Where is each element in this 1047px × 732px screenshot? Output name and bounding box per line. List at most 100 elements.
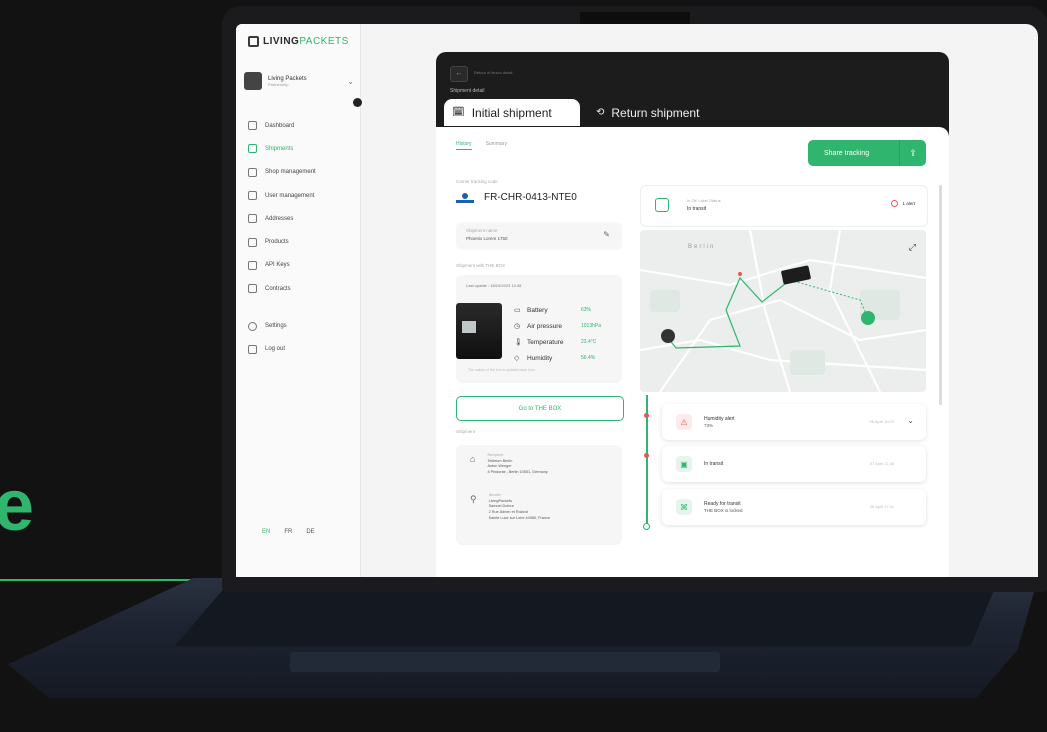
sensor-value: 56.4% bbox=[581, 355, 596, 361]
share-tracking-label: Share tracking bbox=[824, 149, 870, 157]
sidebar-item-addresses[interactable]: Addresses bbox=[236, 207, 360, 230]
dashboard-icon bbox=[248, 121, 257, 131]
org-name: Living Packets bbox=[268, 75, 307, 82]
key-icon bbox=[248, 260, 257, 270]
breadcrumb[interactable]: Retour à l'envoi detail bbox=[474, 70, 512, 75]
sidebar-item-user-management[interactable]: User management bbox=[236, 184, 360, 207]
shop-icon bbox=[248, 167, 257, 177]
sidebar-item-label: Contracts bbox=[265, 285, 291, 292]
sidebar-item-label: Dashboard bbox=[265, 122, 295, 129]
lang-en[interactable]: EN bbox=[262, 529, 270, 535]
tracking-map[interactable]: Berlin ⤢ bbox=[640, 230, 926, 392]
pencil-icon[interactable]: ✎ bbox=[603, 230, 610, 239]
sender-block: ⚲ Sender LivingPackets Samuel Dufour 2 R… bbox=[470, 493, 550, 521]
transit-icon: ▣ bbox=[676, 456, 692, 472]
calendar-icon: 🗓 bbox=[452, 107, 465, 118]
chevron-down-icon: ⌄ bbox=[347, 76, 354, 86]
box-section-label: Shipment with THE BOX bbox=[456, 263, 506, 268]
sidebar-item-label: Shop management bbox=[265, 169, 316, 176]
subtab-history[interactable]: History bbox=[456, 141, 472, 150]
status-card: In OK Label Status In transit 1 alert bbox=[640, 185, 928, 227]
recipient-block: ⌂ Recipient Tekleum Berlin Anton Wenger … bbox=[470, 453, 548, 476]
lang-de[interactable]: DE bbox=[306, 529, 314, 535]
battery-icon: ▭ bbox=[514, 307, 521, 314]
last-update: Last update : 18/10/2023 12:45 bbox=[466, 283, 522, 288]
sidebar-item-label: User management bbox=[265, 192, 315, 199]
share-icon[interactable]: ⇪ bbox=[899, 140, 926, 166]
share-tracking-button[interactable]: Share tracking ⇪ bbox=[808, 140, 926, 166]
sensor-list: ▭ Battery 63% ◷ Air pressure 1013hPa 🌡 Temper… bbox=[514, 302, 601, 366]
tracking-code-row: FR-CHR-0413-NTE0 bbox=[456, 192, 577, 203]
org-role: Partnership bbox=[268, 81, 289, 87]
box-sensor-card: Last update : 18/10/2023 12:45 ▭ Battery 6… bbox=[456, 275, 622, 383]
carrier-logo-icon bbox=[456, 192, 474, 203]
expand-map-icon[interactable]: ⤢ bbox=[909, 242, 916, 253]
sidebar-item-dashboard[interactable]: Dashboard bbox=[236, 114, 360, 137]
parties-card: ⌂ Recipient Tekleum Berlin Anton Wenger … bbox=[456, 445, 622, 545]
gear-icon bbox=[248, 321, 257, 331]
tab-initial-shipment[interactable]: 🗓 Initial shipment bbox=[444, 99, 580, 126]
timeline-event[interactable]: ⚠ Humidity alert 73% 08 April 10:02 ⌄ bbox=[662, 404, 926, 440]
sensor-label: Air pressure bbox=[527, 322, 563, 330]
org-switcher[interactable]: Living Packets Partnership ⌄ bbox=[244, 66, 354, 96]
sidebar-item-label: Addresses bbox=[265, 215, 294, 222]
timeline-track bbox=[643, 395, 650, 530]
sensor-air-pressure: ◷ Air pressure 1013hPa bbox=[514, 318, 601, 334]
sidebar-item-products[interactable]: Products bbox=[236, 230, 360, 253]
sidebar-item-shipments[interactable]: Shipments bbox=[236, 137, 360, 160]
parties-label: Shipment bbox=[456, 429, 476, 434]
shipment-name-value: Phoenix Lorem 1750 bbox=[466, 236, 508, 241]
event-subtitle: THE BOX is locked bbox=[704, 508, 743, 513]
chevron-down-icon[interactable]: ⌄ bbox=[907, 416, 914, 425]
go-to-the-box-button[interactable]: Go to THE BOX bbox=[456, 396, 624, 421]
language-switcher: EN FR DE bbox=[262, 529, 315, 535]
droplet-icon: ◇ bbox=[514, 355, 520, 362]
humidity-alert-icon: ⚠ bbox=[676, 414, 692, 430]
alert-badge[interactable]: 1 alert bbox=[891, 200, 915, 207]
tab-return-shipment[interactable]: ⟲ Return shipment bbox=[596, 99, 699, 126]
back-button[interactable]: ← bbox=[450, 66, 468, 82]
the-box-image bbox=[456, 303, 502, 359]
sidebar-item-contracts[interactable]: Contracts bbox=[236, 277, 360, 300]
timeline-dot bbox=[644, 453, 649, 458]
sidebar-item-settings[interactable]: Settings bbox=[236, 314, 360, 337]
event-subtitle: 73% bbox=[704, 423, 714, 428]
sidebar-item-label: Log out bbox=[265, 346, 286, 353]
app-screen: LIVING PACKETS Living Packets Partnership… bbox=[236, 24, 1038, 577]
sensor-temperature: 🌡 Temperature 23.4°C bbox=[514, 334, 601, 350]
sidebar-item-logout[interactable]: Log out bbox=[236, 338, 360, 361]
sidebar-item-shop-management[interactable]: Shop management bbox=[236, 161, 360, 184]
lang-fr[interactable]: FR bbox=[284, 529, 292, 535]
sidebar-item-label: Products bbox=[265, 239, 289, 246]
logo-icon bbox=[248, 36, 259, 47]
box-note: The values of the box is updated each ho… bbox=[468, 368, 536, 372]
users-icon bbox=[248, 191, 257, 201]
timeline-event[interactable]: ⌘ Ready for transit THE BOX is locked 06… bbox=[662, 489, 926, 525]
status-value: In transit bbox=[687, 206, 707, 212]
status-caption: In OK Label Status bbox=[687, 198, 721, 203]
sidebar-item-label: API Keys bbox=[265, 262, 290, 269]
shipment-name-field[interactable]: Shipment name Phoenix Lorem 1750 ✎ bbox=[456, 222, 622, 250]
map-city-label: Berlin bbox=[688, 244, 716, 250]
sensor-value: 23.4°C bbox=[581, 339, 597, 345]
map-graphic bbox=[640, 230, 926, 392]
sender-line: Sainte Luce sur Loire 44980, France bbox=[488, 515, 551, 520]
background-accent-letter: e bbox=[0, 466, 35, 546]
timeline-event[interactable]: ▣ In transit 07 April 11:48 bbox=[662, 446, 926, 482]
collapse-sidebar-button[interactable] bbox=[353, 98, 362, 107]
logout-icon bbox=[248, 344, 257, 354]
sensor-value: 1013hPa bbox=[581, 323, 602, 329]
sensor-label: Temperature bbox=[527, 338, 564, 346]
contract-icon bbox=[248, 284, 257, 294]
sidebar-item-api-keys[interactable]: API Keys bbox=[236, 254, 360, 277]
products-icon bbox=[248, 237, 257, 247]
subtab-summary[interactable]: Summary bbox=[486, 141, 507, 150]
sender-icon: ⚲ bbox=[470, 494, 477, 504]
recipient-icon: ⌂ bbox=[470, 454, 476, 464]
timeline-dot bbox=[643, 523, 650, 530]
shipment-name-label: Shipment name bbox=[466, 228, 498, 233]
logo-text-prefix: LIVING bbox=[263, 36, 300, 47]
lock-icon: ⌘ bbox=[676, 499, 692, 515]
sensor-label: Humidity bbox=[527, 354, 553, 362]
scrollbar[interactable] bbox=[939, 185, 942, 405]
